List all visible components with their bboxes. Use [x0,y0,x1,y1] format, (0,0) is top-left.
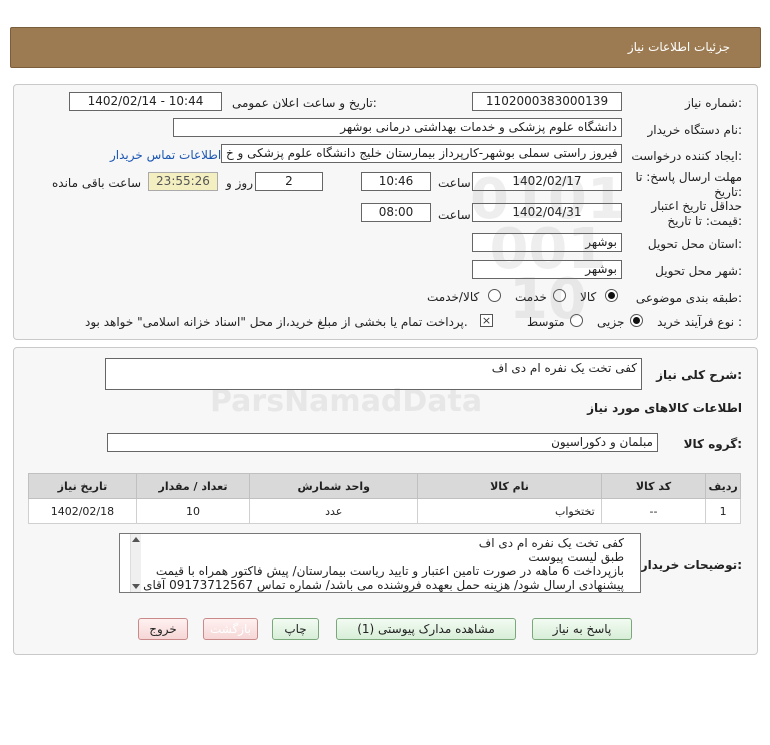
page-header-bar: جزئیات اطلاعات نیاز [10,27,761,68]
buyer-notes-line: طبق لیست پیوست [528,550,624,564]
print-button[interactable]: چاپ [272,618,319,640]
city-field: بوشهر [472,260,622,279]
announce-label: تاریخ و ساعت اعلان عمومی: [232,96,377,110]
buyer-notes-scrollbar[interactable] [130,534,141,592]
goods-table: ردیف کد کالا نام کالا واحد شمارش تعداد /… [28,473,741,524]
category-label: طبقه بندی موضوعی: [635,291,742,305]
need-number-field: 1102000383000139 [472,92,622,111]
cell-name: تختخواب [417,498,602,524]
category-radio-goods[interactable] [605,289,618,302]
cell-need-date: 1402/02/18 [28,498,137,524]
goods-table-header: ردیف کد کالا نام کالا واحد شمارش تعداد /… [28,473,741,499]
province-label: استان محل تحویل: [647,237,742,251]
category-option-goods-service: کالا/خدمت [427,290,480,304]
buyer-notes-line: بازپرداخت 6 ماهه در صورت تامین اعتبار و … [155,564,624,578]
validity-label: حداقل تاریخ اعتبار قیمت: تا تاریخ: [651,199,742,228]
category-radio-service[interactable] [553,289,566,302]
announce-field: 1402/02/14 - 10:44 [69,92,222,111]
col-name: نام کالا [417,473,602,499]
col-row: ردیف [705,473,741,499]
requester-field: فیروز راستی سملی بوشهر-کارپرداز بیمارستا… [221,144,622,163]
process-radio-medium[interactable] [570,314,583,327]
requester-label: ایجاد کننده درخواست: [631,149,742,163]
deadline-label: مهلت ارسال پاسخ: تا تاریخ: [635,170,742,199]
col-quantity: تعداد / مقدار [135,473,251,499]
process-option-minor: جزیی [597,315,625,329]
col-unit: واحد شمارش [249,473,419,499]
city-label: شهر محل تحویل: [655,264,742,278]
category-option-service: خدمت [515,290,547,304]
process-radio-minor[interactable] [630,314,643,327]
cell-unit: عدد [249,498,419,524]
remaining-time-field: 23:55:26 [148,172,218,191]
deadline-time-field: 10:46 [361,172,431,191]
payment-note: پرداخت تمام یا بخشی از مبلغ خرید،از محل … [85,315,468,329]
col-code: کد کالا [600,473,707,499]
process-option-medium: متوسط [527,315,565,329]
deadline-date-field: 1402/02/17 [472,172,622,191]
cell-code: -- [600,498,707,524]
goods-group-label: گروه کالا: [683,437,742,451]
category-option-goods: کالا [580,290,597,304]
table-row: 1 -- تختخواب عدد 10 1402/02/18 [28,498,741,524]
validity-time-label: ساعت [438,208,471,222]
attachments-button[interactable]: مشاهده مدارک پیوستی (1) [336,618,516,640]
treasury-payment-checkbox[interactable]: × [480,314,493,327]
deadline-time-label: ساعت [438,176,471,190]
cell-quantity: 10 [135,498,251,524]
summary-label: شرح کلی نیاز: [656,368,742,382]
exit-button[interactable]: خروج [138,618,188,640]
need-number-label: شماره نیاز: [684,96,742,110]
cell-row: 1 [705,498,741,524]
buyer-notes-textarea[interactable]: کفی تخت یک نفره ام دی اف طبق لیست پیوست … [119,533,641,593]
reply-button[interactable]: پاسخ به نیاز [532,618,632,640]
page-title: جزئیات اطلاعات نیاز [627,40,730,54]
process-label: نوع فرآیند خرید : [657,315,742,329]
scroll-arrows-icon [132,537,140,589]
buyer-notes-line: کفی تخت یک نفره ام دی اف [478,536,624,550]
province-field: بوشهر [472,233,622,252]
category-radio-goods-service[interactable] [488,289,501,302]
col-need-date: تاریخ نیاز [28,473,137,499]
validity-date-field: 1402/04/31 [472,203,622,222]
validity-time-field: 08:00 [361,203,431,222]
goods-group-field: مبلمان و دکوراسیون [107,433,658,452]
buyer-contact-link[interactable]: اطلاعات تماس خریدار [110,148,221,162]
buyer-notes-line: پیشنهادی ارسال شود/ هزینه حمل بعهده فروش… [143,578,624,592]
days-label: روز و [226,176,253,190]
buyer-org-field: دانشگاه علوم پزشکی و خدمات بهداشتی درمان… [173,118,622,137]
buyer-org-label: نام دستگاه خریدار: [647,123,743,137]
goods-info-title: اطلاعات کالاهای مورد نیاز [587,401,742,415]
days-remaining-field: 2 [255,172,323,191]
back-button[interactable]: بازگشت [203,618,258,640]
buyer-notes-label: توضیحات خریدار: [640,558,742,572]
summary-field: کفی تخت یک نفره ام دی اف [105,358,642,390]
remaining-label: ساعت باقی مانده [52,176,142,190]
